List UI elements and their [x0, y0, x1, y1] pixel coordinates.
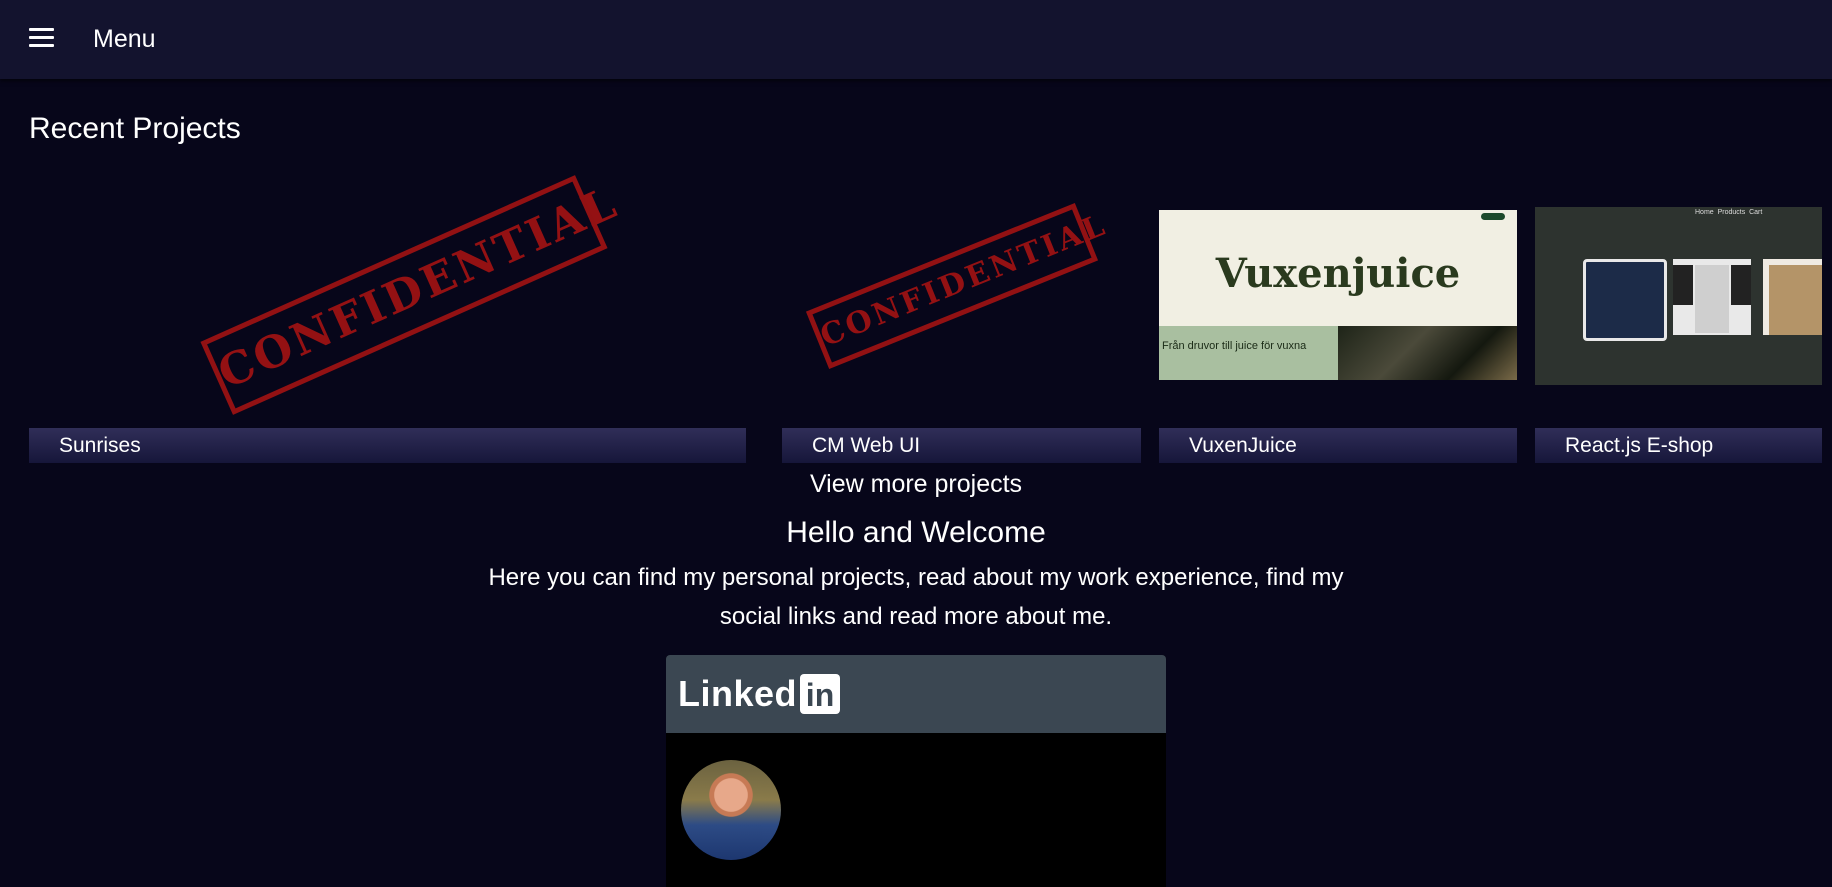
- thumb-product-bag: [1583, 259, 1667, 341]
- thumb-button: [1481, 213, 1505, 220]
- thumb-photo: [1338, 326, 1517, 380]
- menu-label[interactable]: Menu: [93, 25, 156, 54]
- avatar[interactable]: [681, 760, 781, 860]
- thumb-green-panel: Från druvor till juice för vuxna: [1159, 326, 1338, 380]
- project-thumbnail: Vuxenjuice Från druvor till juice för vu…: [1159, 210, 1517, 380]
- confidential-stamp: CONFIDENTIAL: [805, 202, 1112, 370]
- linkedin-header: Linked in: [666, 655, 1166, 733]
- top-bar: Menu: [0, 0, 1832, 79]
- welcome-text: Here you can find my personal projects, …: [488, 564, 1344, 630]
- confidential-stamp: CONFIDENTIAL: [200, 175, 626, 415]
- project-title: React.js E-shop: [1535, 428, 1822, 463]
- welcome-heading: Hello and Welcome: [786, 516, 1046, 549]
- vuxenjuice-tagline: Från druvor till juice för vuxna: [1162, 340, 1307, 352]
- project-title: Sunrises: [29, 428, 746, 463]
- project-thumbnail: CONFIDENTIAL: [782, 170, 1141, 428]
- thumb-product-jacket: [1763, 259, 1822, 335]
- thumb-nav: Home Products Cart: [1695, 209, 1763, 216]
- linkedin-logo-badge: in: [800, 674, 841, 714]
- project-thumbnail: Home Products Cart: [1535, 207, 1822, 385]
- linkedin-logo-text: Linked: [678, 673, 798, 714]
- thumb-product-shirt: [1673, 259, 1751, 335]
- recent-projects-heading: Recent Projects: [29, 112, 241, 145]
- project-thumbnail: CONFIDENTIAL: [29, 170, 746, 428]
- vuxenjuice-logo: Vuxenjuice: [1215, 250, 1461, 297]
- hamburger-menu-icon[interactable]: [26, 28, 58, 50]
- view-more-projects-link[interactable]: View more projects: [0, 470, 1832, 499]
- project-title: CM Web UI: [782, 428, 1141, 463]
- project-title: VuxenJuice: [1159, 428, 1517, 463]
- linkedin-logo-icon: Linked in: [678, 673, 841, 715]
- linkedin-card[interactable]: Linked in: [666, 655, 1166, 887]
